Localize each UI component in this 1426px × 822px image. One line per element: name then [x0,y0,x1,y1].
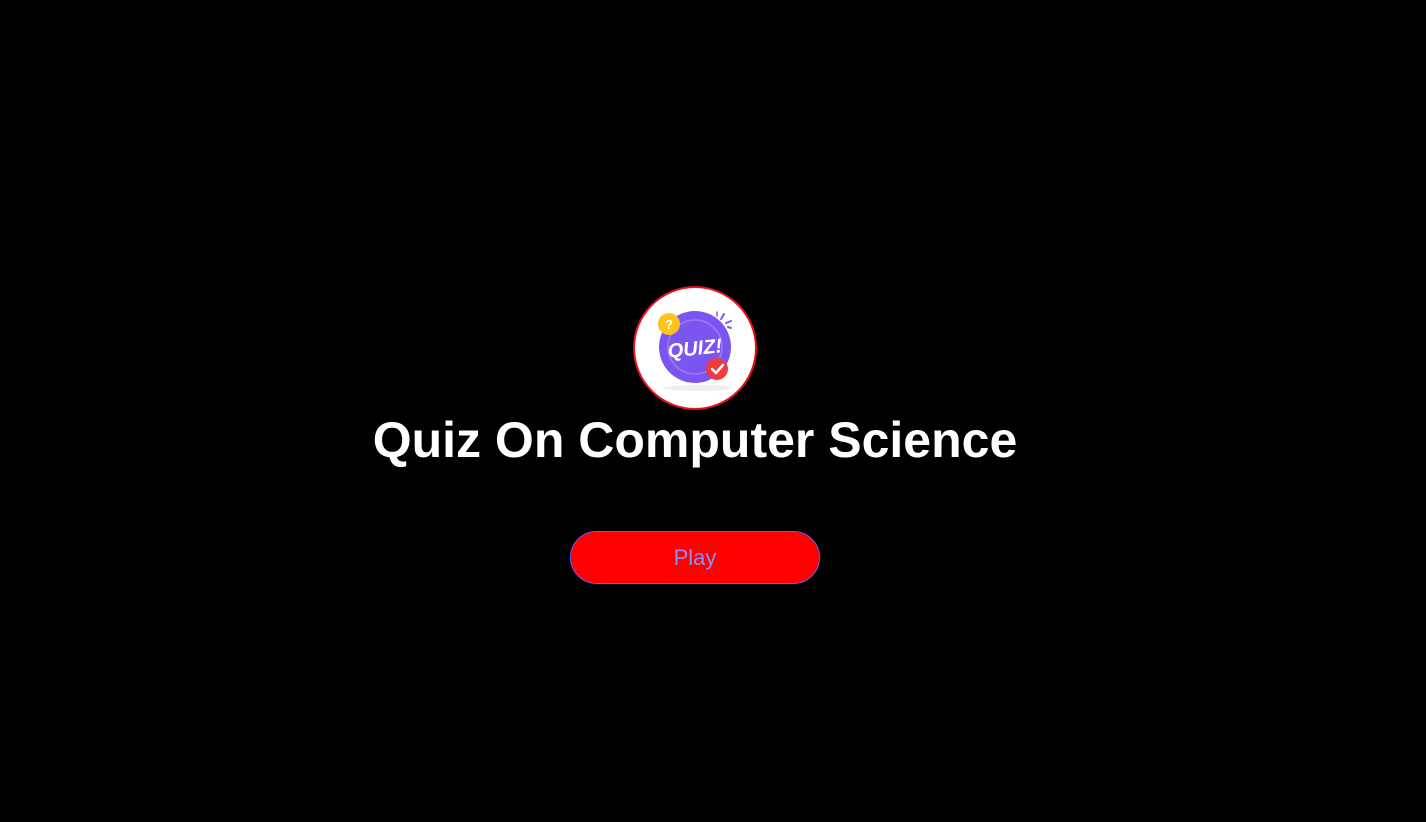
play-button[interactable]: Play [570,531,820,584]
quiz-logo-icon: QUIZ! ? [658,311,732,391]
svg-text:?: ? [665,317,673,332]
start-screen: QUIZ! ? Quiz On Computer Science Play [0,0,1426,822]
quiz-logo: QUIZ! ? [633,286,757,410]
page-title: Quiz On Computer Science [372,412,1018,468]
